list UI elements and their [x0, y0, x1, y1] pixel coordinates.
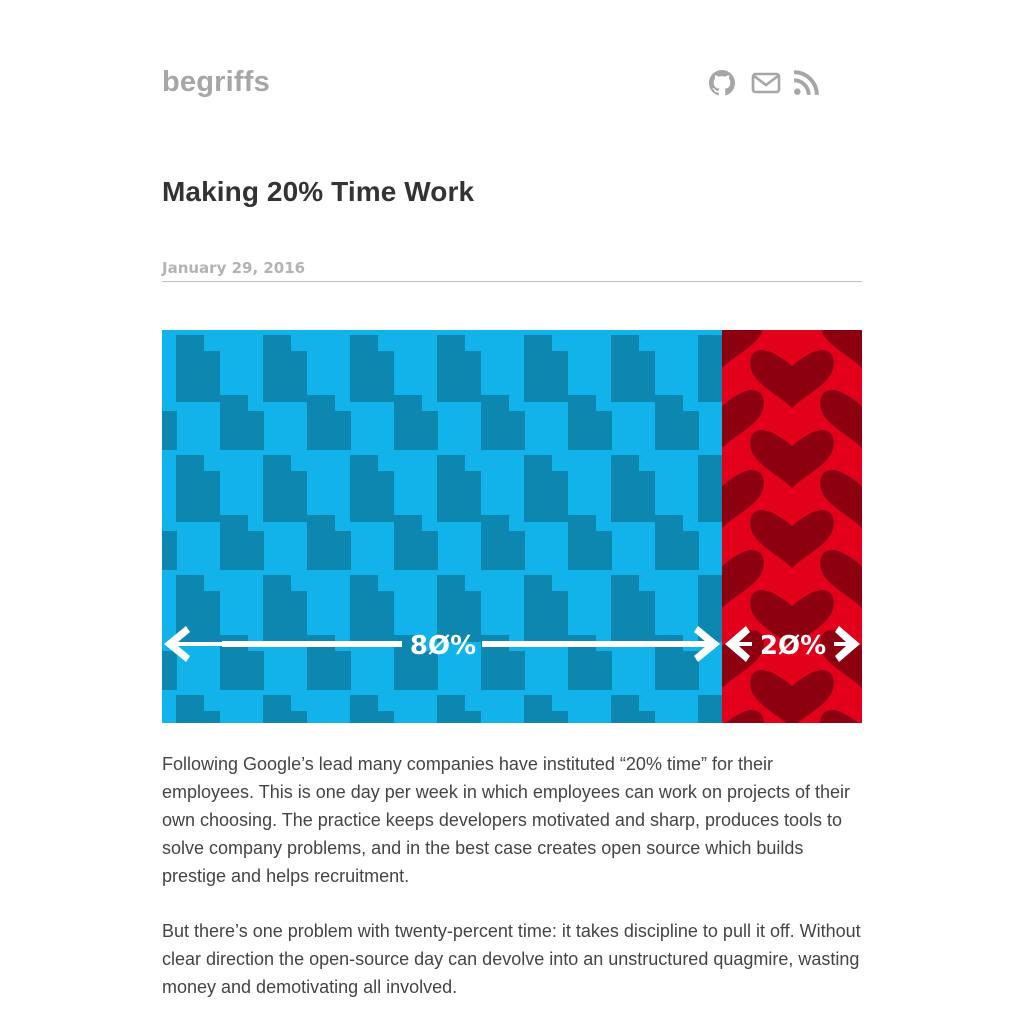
email-link[interactable]: [751, 70, 781, 98]
rss-icon: [793, 70, 819, 96]
right-arrow: 2Ø%: [725, 626, 860, 662]
post-title: Making 20% Time Work: [162, 176, 475, 207]
paragraph-problem: But there’s one problem with twenty-perc…: [162, 921, 861, 997]
github-link[interactable]: [709, 70, 735, 98]
right-percent-label: 2Ø%: [760, 631, 826, 661]
right-panel: [722, 330, 862, 723]
left-percent-label: 8Ø%: [410, 631, 476, 661]
site-title-link[interactable]: begriffs: [162, 66, 270, 99]
hero-image: 8Ø% 2Ø%: [162, 330, 862, 723]
mail-icon: [751, 72, 781, 94]
post-date: January 29, 2016: [162, 259, 306, 277]
social-links: [709, 70, 819, 98]
hero-illustration: 8Ø% 2Ø%: [162, 330, 862, 723]
github-icon: [709, 70, 735, 96]
paragraph-intro: Following Google’s lead many companies h…: [162, 754, 851, 886]
rss-link[interactable]: [793, 70, 819, 98]
left-panel: [162, 330, 722, 723]
divider: [162, 281, 862, 282]
